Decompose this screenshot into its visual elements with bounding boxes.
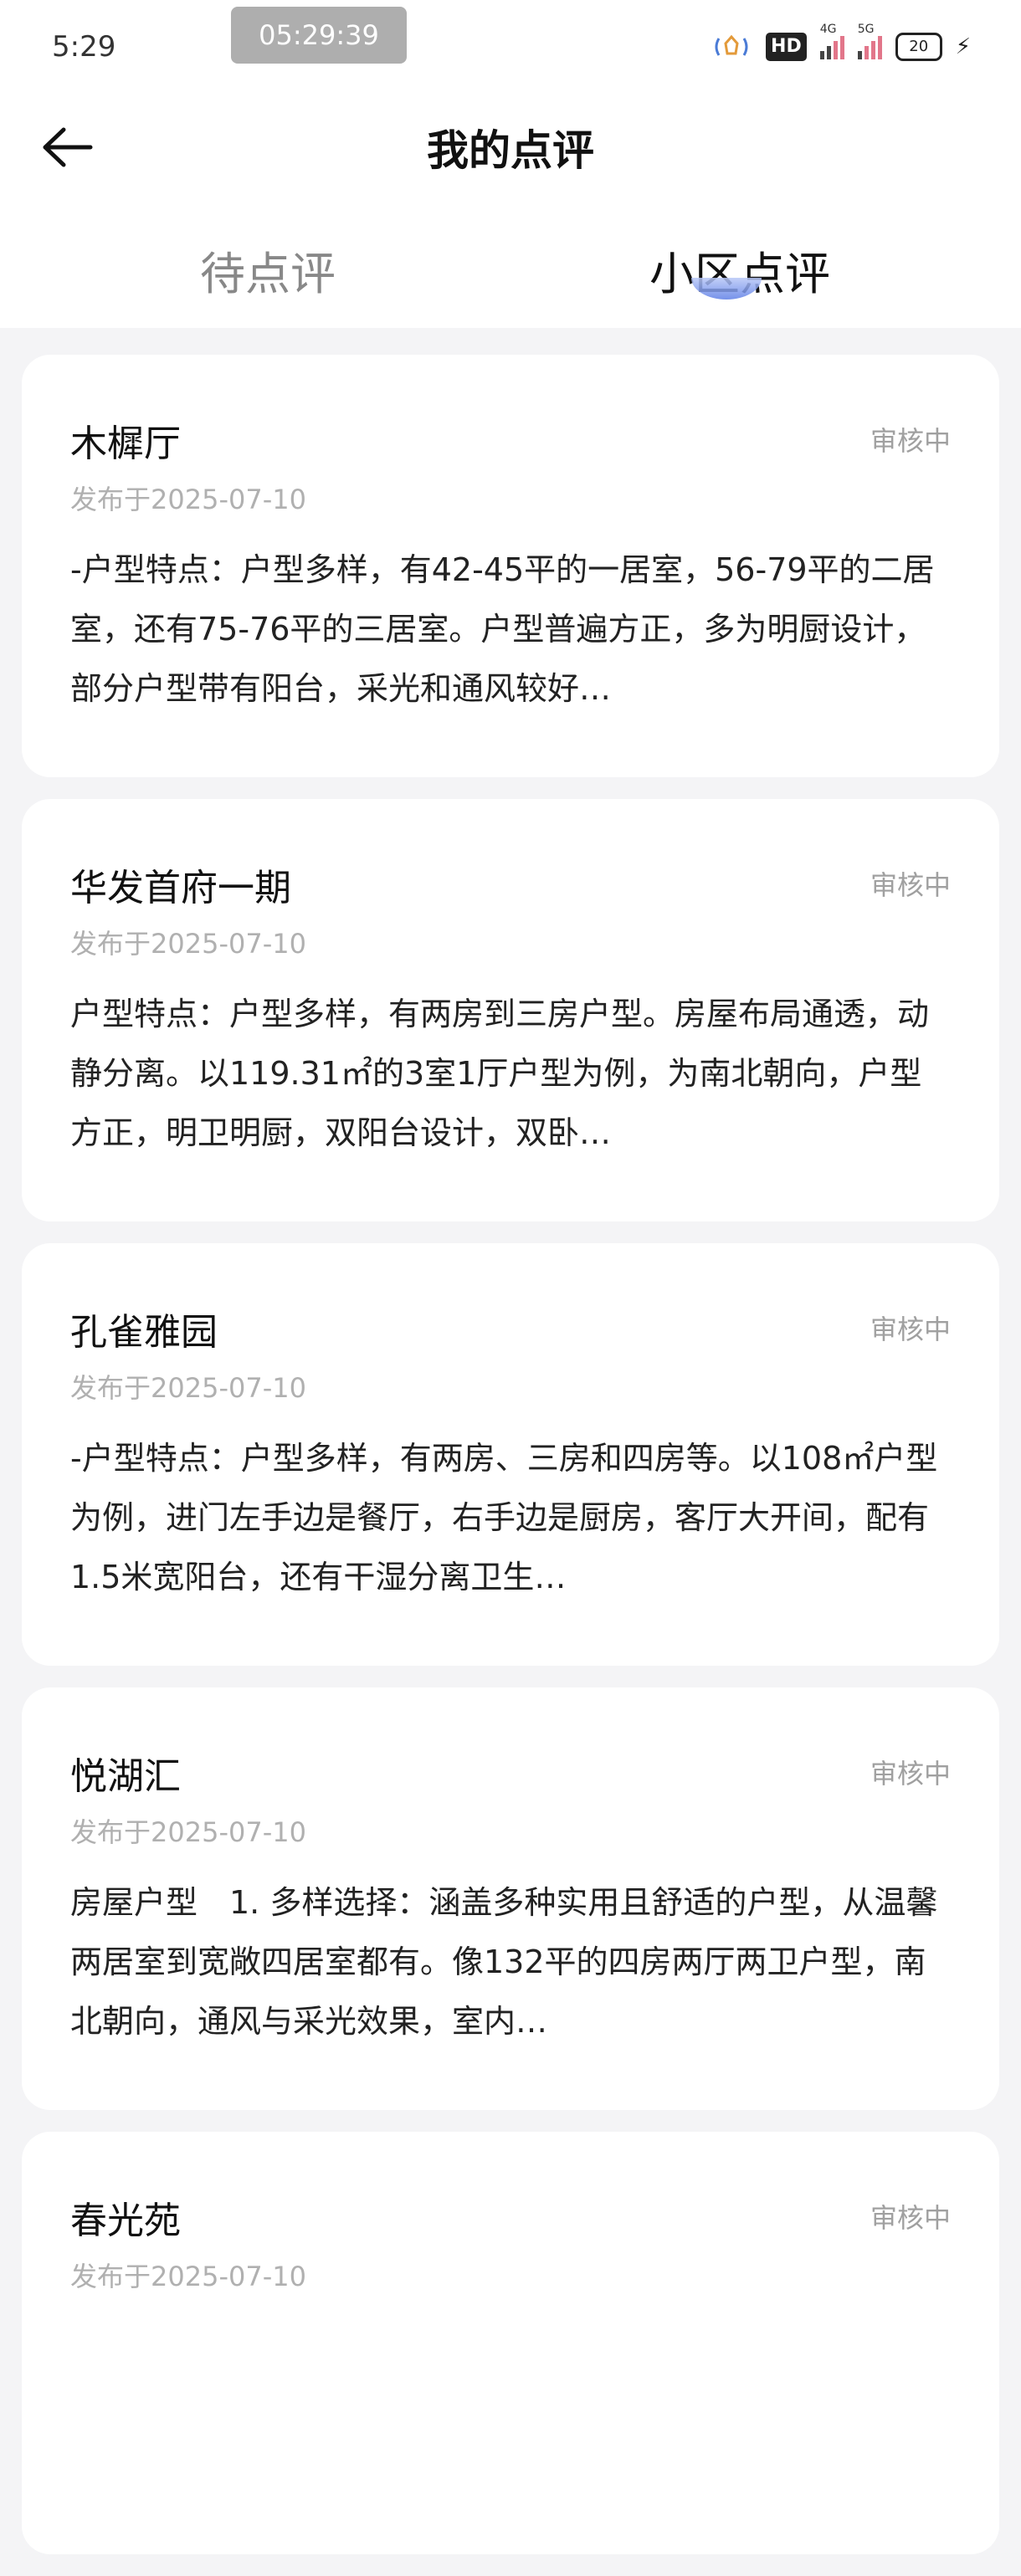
signal-4g-label: 4G [819, 23, 837, 36]
publish-date: 发布于2025-07-10 [70, 2261, 306, 2292]
top-area: 5:29 05:29:39 HD 4G 5G 20 ⚡ 我的点评 待点评 小区点… [0, 0, 1021, 328]
publish-date: 发布于2025-07-10 [70, 1816, 306, 1848]
review-text: 房屋户型 1. 多样选择：涵盖多种实用且舒适的户型，从温馨两居室到宽敞四居室都有… [70, 1884, 938, 2040]
review-card[interactable]: 春光苑 审核中 发布于2025-07-10 [22, 2132, 999, 2554]
signal-4g-icon: 4G [819, 23, 844, 59]
review-text: -户型特点：户型多样，有42-45平的一居室，56-79平的二居室，还有75-7… [70, 551, 935, 707]
status-bar: 5:29 05:29:39 HD 4G 5G 20 ⚡ [0, 0, 1021, 92]
review-list: 木樨厅 审核中 发布于2025-07-10 -户型特点：户型多样，有42-45平… [22, 355, 999, 2576]
review-text: 户型特点：户型多样，有两房到三房户型。房屋布局通透，动静分离。以119.31㎡的… [70, 996, 930, 1151]
signal-5g-label: 5G [857, 23, 875, 36]
community-name: 春光苑 [70, 2200, 181, 2242]
charging-icon: ⚡ [955, 34, 971, 59]
recording-timer: 05:29:39 [231, 7, 407, 64]
battery-icon: 20 [895, 33, 942, 61]
community-name: 木樨厅 [70, 423, 181, 465]
review-card[interactable]: 木樨厅 审核中 发布于2025-07-10 -户型特点：户型多样，有42-45平… [22, 355, 999, 777]
status-badge: 审核中 [870, 2202, 951, 2234]
status-badge: 审核中 [870, 869, 951, 901]
review-text: -户型特点：户型多样，有两房、三房和四房等。以108㎡户型为例，进门左手边是餐厅… [70, 1440, 938, 1595]
community-name: 悦湖汇 [70, 1755, 181, 1798]
hotspot-icon [711, 32, 752, 62]
page-title: 我的点评 [427, 126, 594, 175]
hd-voice-icon: HD [766, 33, 807, 61]
signal-5g-icon: 5G [857, 23, 882, 59]
status-badge: 审核中 [870, 425, 951, 457]
review-card[interactable]: 孔雀雅园 审核中 发布于2025-07-10 -户型特点：户型多样，有两房、三房… [22, 1243, 999, 1666]
tab-pending-review[interactable]: 待点评 [151, 237, 385, 303]
publish-date: 发布于2025-07-10 [70, 928, 306, 960]
status-icons: HD 4G 5G 20 ⚡ [711, 23, 971, 65]
publish-date: 发布于2025-07-10 [70, 484, 306, 515]
review-card[interactable]: 悦湖汇 审核中 发布于2025-07-10 房屋户型 1. 多样选择：涵盖多种实… [22, 1687, 999, 2110]
publish-date: 发布于2025-07-10 [70, 1372, 306, 1404]
community-name: 孔雀雅园 [70, 1311, 218, 1354]
community-name: 华发首府一期 [70, 867, 291, 909]
status-time: 5:29 [52, 30, 116, 64]
status-badge: 审核中 [870, 1758, 951, 1790]
status-badge: 审核中 [870, 1314, 951, 1345]
review-card[interactable]: 华发首府一期 审核中 发布于2025-07-10 户型特点：户型多样，有两房到三… [22, 799, 999, 1221]
